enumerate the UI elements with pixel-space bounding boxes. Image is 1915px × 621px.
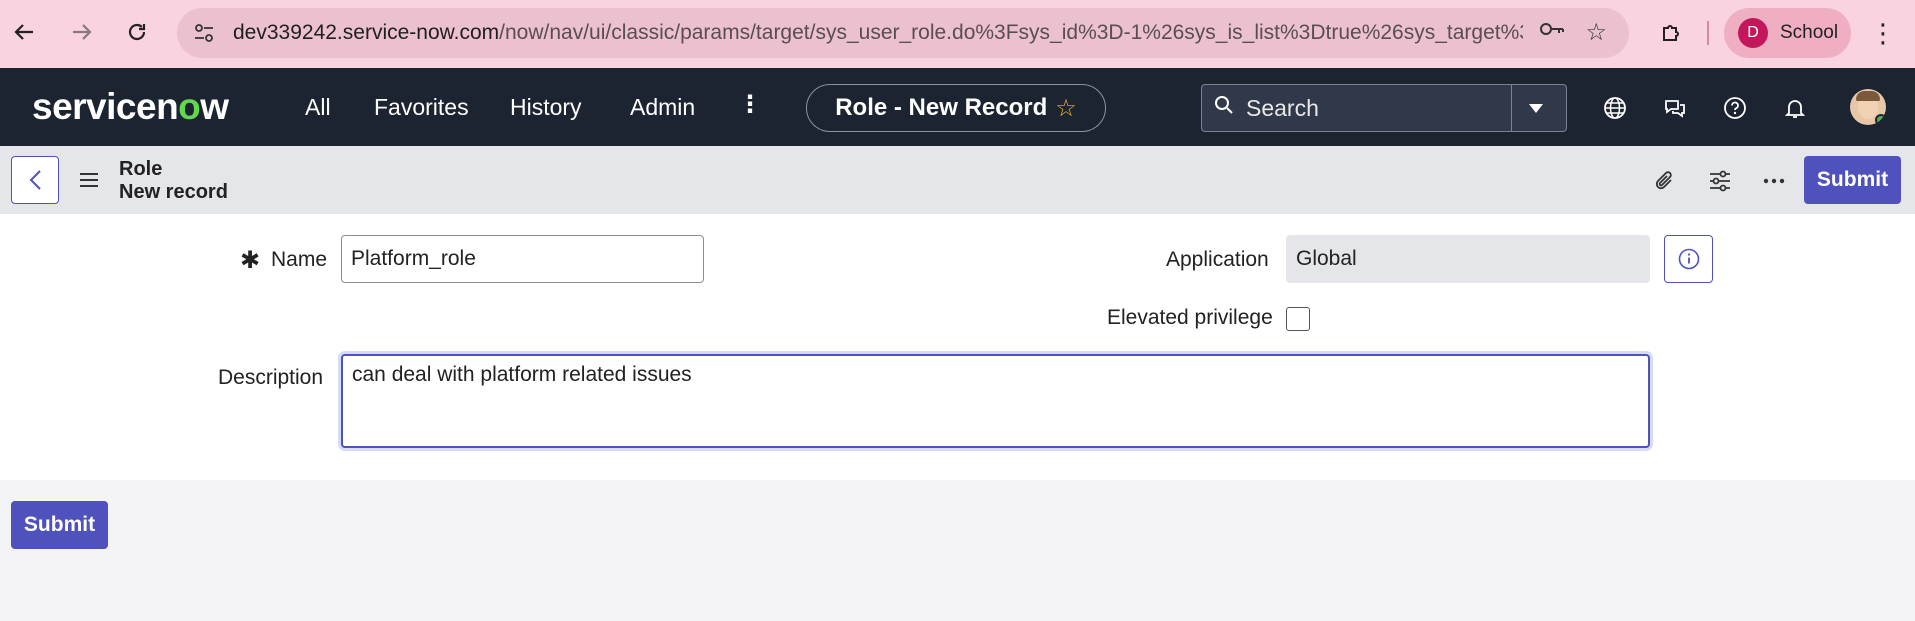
search-scope-dropdown[interactable] bbox=[1511, 85, 1559, 131]
servicenow-logo[interactable]: servicenow bbox=[32, 86, 229, 128]
profile-avatar: D bbox=[1738, 18, 1768, 48]
menu-favorites[interactable]: Favorites bbox=[374, 94, 469, 121]
application-field: Global bbox=[1286, 235, 1650, 283]
search-icon bbox=[1214, 95, 1234, 121]
required-asterisk-icon: ✱ bbox=[240, 247, 261, 274]
application-label: Application bbox=[1166, 248, 1269, 271]
browser-toolbar: dev339242.service-now.com/now/nav/ui/cla… bbox=[0, 0, 1915, 68]
menu-all[interactable]: All bbox=[305, 94, 331, 121]
role-form: ✱ Name Platform_role Application Global … bbox=[0, 214, 1915, 480]
browser-menu-icon[interactable]: ⋮ bbox=[1870, 18, 1896, 49]
back-arrow-icon[interactable] bbox=[6, 14, 42, 50]
notifications-bell-icon[interactable] bbox=[1781, 94, 1809, 122]
menu-admin[interactable]: Admin bbox=[630, 94, 695, 121]
extensions-icon[interactable] bbox=[1654, 14, 1690, 50]
reload-icon[interactable] bbox=[119, 14, 155, 50]
submit-button-top[interactable]: Submit bbox=[1804, 156, 1901, 204]
more-options-icon[interactable] bbox=[1761, 168, 1787, 194]
description-textarea[interactable]: can deal with platform related issues bbox=[341, 354, 1650, 448]
bookmark-star-icon[interactable]: ☆ bbox=[1585, 18, 1607, 47]
profile-chip[interactable]: D School bbox=[1724, 8, 1851, 58]
profile-name: School bbox=[1780, 22, 1839, 43]
back-button[interactable] bbox=[11, 156, 59, 204]
more-menu-icon[interactable]: ⋮ bbox=[738, 90, 762, 119]
online-status-dot bbox=[1875, 114, 1886, 125]
submit-button-bottom[interactable]: Submit bbox=[11, 501, 108, 549]
globe-icon[interactable] bbox=[1601, 94, 1629, 122]
context-menu-icon[interactable] bbox=[80, 168, 98, 194]
attachment-paperclip-icon[interactable] bbox=[1652, 168, 1678, 194]
menu-history[interactable]: History bbox=[510, 94, 582, 121]
favorite-star-icon[interactable]: ☆ bbox=[1055, 94, 1077, 123]
address-bar[interactable]: dev339242.service-now.com/now/nav/ui/cla… bbox=[177, 8, 1629, 58]
description-label: Description bbox=[218, 366, 324, 389]
user-avatar[interactable] bbox=[1850, 89, 1886, 125]
password-key-icon[interactable] bbox=[1539, 20, 1565, 44]
personalize-form-sliders-icon[interactable] bbox=[1707, 168, 1733, 194]
elevated-privilege-label: Elevated privilege bbox=[1107, 306, 1273, 329]
servicenow-header: servicenow All Favorites History Admin ⋮… bbox=[0, 68, 1915, 146]
form-subtitle: New record bbox=[119, 181, 228, 203]
form-header-bar: Role New record Submit bbox=[0, 146, 1915, 214]
toolbar-divider bbox=[1707, 21, 1709, 45]
forward-arrow-icon[interactable] bbox=[64, 14, 100, 50]
chat-icon[interactable] bbox=[1661, 94, 1689, 122]
name-label: Name bbox=[271, 248, 328, 271]
elevated-privilege-checkbox[interactable] bbox=[1286, 307, 1310, 331]
record-title-pill[interactable]: Role - New Record ☆ bbox=[806, 84, 1106, 132]
search-placeholder: Search bbox=[1246, 94, 1319, 121]
site-settings-icon[interactable] bbox=[189, 18, 219, 48]
help-icon[interactable] bbox=[1721, 94, 1749, 122]
global-search[interactable]: Search bbox=[1201, 84, 1567, 132]
url-text: dev339242.service-now.com/now/nav/ui/cla… bbox=[233, 21, 1523, 44]
name-input[interactable]: Platform_role bbox=[341, 235, 704, 283]
record-title: Role - New Record bbox=[835, 94, 1048, 121]
application-info-button[interactable] bbox=[1664, 235, 1713, 283]
form-title: Role bbox=[119, 158, 163, 180]
